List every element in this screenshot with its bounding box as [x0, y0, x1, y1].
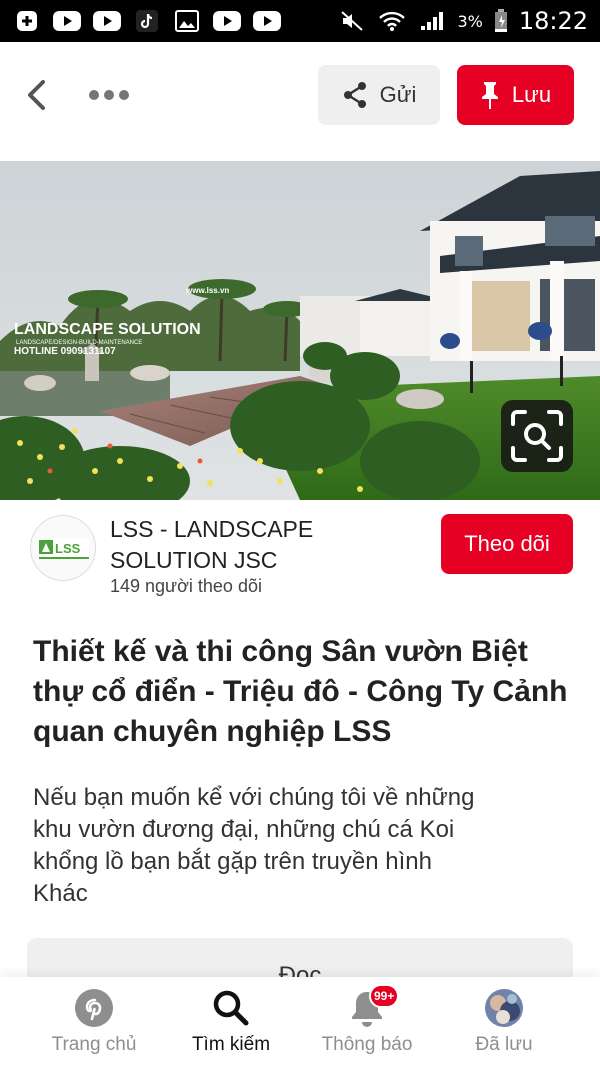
battery-icon: [493, 9, 509, 32]
clock: 18:22: [518, 7, 588, 35]
follower-count: 149 người theo dõi: [110, 576, 262, 596]
follow-button[interactable]: Theo dõi: [441, 514, 573, 574]
save-button[interactable]: Lưu: [457, 65, 574, 125]
creator-row: LSS LSS - LANDSCAPE SOLUTION JSC 149 ngư…: [0, 500, 600, 610]
watermark-hotline: HOTLINE 0909131107: [14, 346, 116, 357]
nav-notifications-label: Thông báo: [321, 1034, 413, 1055]
battery-percent: 3%: [457, 11, 483, 31]
notification-badge: 99+: [369, 984, 400, 1008]
nav-home[interactable]: Trang chủ: [19, 977, 169, 1067]
plus-box-icon: [12, 10, 42, 32]
dot-icon: [119, 90, 129, 100]
gallery-icon: [172, 10, 202, 32]
description-more-link[interactable]: Khác: [33, 878, 553, 910]
youtube-icon: [212, 10, 242, 32]
youtube-icon: [252, 10, 282, 32]
notification-icons: [12, 10, 282, 32]
save-label: Lưu: [511, 82, 552, 107]
nav-saved[interactable]: Đã lưu: [429, 977, 579, 1067]
search-icon: [209, 986, 253, 1030]
bell-icon: 99+: [345, 984, 400, 1030]
share-icon: [343, 82, 366, 108]
nav-saved-label: Đã lưu: [475, 1034, 533, 1055]
profile-avatar: [482, 986, 526, 1030]
system-status: 3% 18:22: [337, 7, 588, 35]
avatar-text: LSS: [55, 541, 81, 556]
lss-logo-icon: LSS: [39, 538, 89, 559]
description-line: khu vườn đương đại, những chú cá Koi: [33, 816, 455, 843]
nav-home-label: Trang chủ: [51, 1034, 137, 1055]
user-avatar: [485, 989, 523, 1027]
creator-name[interactable]: LSS - LANDSCAPE SOLUTION JSC: [110, 514, 430, 576]
creator-avatar[interactable]: LSS: [30, 515, 96, 581]
pin-description: Nếu bạn muốn kể với chúng tôi về những k…: [33, 782, 553, 910]
status-bar: 3% 18:22: [0, 0, 600, 42]
pin-toolbar: Gửi Lưu: [0, 42, 600, 152]
mute-icon: [337, 10, 367, 32]
pushpin-icon: [481, 82, 498, 109]
send-label: Gửi: [379, 82, 417, 107]
watermark-url: www.lss.vn: [185, 286, 229, 295]
nav-notifications[interactable]: 99+ Thông báo: [292, 977, 442, 1067]
nav-search-label: Tìm kiếm: [191, 1034, 271, 1055]
dot-icon: [104, 90, 114, 100]
visual-search-button[interactable]: [501, 400, 573, 472]
lens-search-icon: [511, 410, 563, 462]
nav-search[interactable]: Tìm kiếm: [156, 977, 306, 1067]
youtube-icon: [52, 10, 82, 32]
chevron-left-icon: [28, 80, 45, 110]
wifi-icon: [377, 10, 407, 32]
youtube-icon: [92, 10, 122, 32]
description-line: Nếu bạn muốn kể với chúng tôi về những: [33, 784, 475, 811]
pin-title: Thiết kế và thi công Sân vườn Biệt thự c…: [33, 635, 568, 748]
signal-icon: [417, 10, 447, 32]
pinterest-logo-icon: [72, 986, 116, 1030]
description-line: khổng lồ bạn bắt gặp trên truyền hình: [33, 848, 432, 875]
send-button[interactable]: Gửi: [318, 65, 440, 125]
back-button[interactable]: [18, 75, 54, 115]
dot-icon: [89, 90, 99, 100]
tiktok-icon: [132, 10, 162, 32]
bottom-navigation: Trang chủ Tìm kiếm 99+ Thông báo Đã lưu: [0, 977, 600, 1067]
more-options-button[interactable]: [84, 77, 134, 113]
watermark-title: LANDSCAPE SOLUTION: [14, 321, 201, 338]
